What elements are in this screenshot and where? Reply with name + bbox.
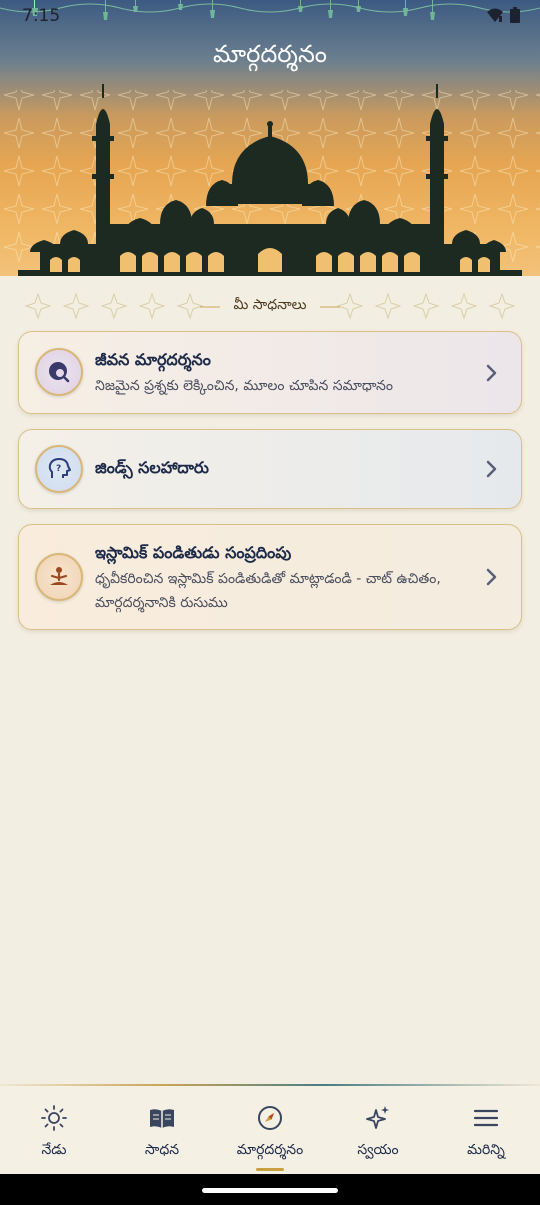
chevron-right-icon xyxy=(486,568,497,586)
nav-label: మరిన్ని xyxy=(467,1142,505,1158)
nav-label: స్వయం xyxy=(357,1142,399,1158)
header-banner: 7:15 మార్గదర్శనం xyxy=(0,0,540,276)
page-title: మార్గదర్శనం xyxy=(213,40,327,68)
sparkles-icon xyxy=(366,1106,389,1129)
mosque-silhouette-illustration xyxy=(18,84,522,276)
status-icons xyxy=(486,7,520,23)
nav-item-practice[interactable]: సాధన xyxy=(108,1088,216,1176)
menu-icon xyxy=(473,1109,499,1127)
home-gesture-handle[interactable] xyxy=(202,1188,338,1193)
chevron-right-icon xyxy=(486,364,497,382)
status-time: 7:15 xyxy=(22,6,61,26)
svg-text:?: ? xyxy=(56,464,61,474)
nav-item-self[interactable]: స్వయం xyxy=(324,1088,432,1176)
book-icon xyxy=(150,1109,174,1128)
nav-item-today[interactable]: నేడు xyxy=(0,1088,108,1176)
card-life-guidance[interactable]: జీవన మార్గదర్శనం నిజమైన ప్రశ్నకు లెక్కిం… xyxy=(18,331,522,414)
section-heading: మీ సాధనాలు xyxy=(0,297,540,316)
compass-icon xyxy=(258,1106,282,1130)
sun-icon xyxy=(41,1105,67,1131)
nav-label: మార్గదర్శనం xyxy=(236,1142,304,1158)
battery-icon xyxy=(510,7,520,23)
nav-label: సాధన xyxy=(144,1142,180,1158)
search-globe-icon xyxy=(35,348,83,396)
card-title: జీవన మార్గదర్శనం xyxy=(95,350,211,369)
system-gesture-bar xyxy=(0,1174,540,1205)
active-indicator xyxy=(256,1168,284,1171)
meditating-person-icon xyxy=(35,553,83,601)
card-title: ఇస్లామిక్ పండితుడు సంప్రదింపు xyxy=(95,543,292,562)
wifi-icon xyxy=(487,8,503,22)
chevron-right-icon xyxy=(486,460,497,478)
nav-item-more[interactable]: మరిన్ని xyxy=(432,1088,540,1176)
card-scholar-consultation[interactable]: ఇస్లామిక్ పండితుడు సంప్రదింపు ధృవీకరించి… xyxy=(18,524,522,630)
bottom-navigation: నేడు సాధన మార్గదర్శనం స్వయం మరిన్ని xyxy=(0,1086,540,1174)
card-subtitle: నిజమైన ప్రశ్నకు లెక్కించిన, మూలం చూపిన స… xyxy=(95,378,393,394)
card-title: జిండ్స్ సలహాదారు xyxy=(95,458,209,477)
nav-item-guidance[interactable]: మార్గదర్శనం xyxy=(216,1088,324,1176)
status-bar: 7:15 xyxy=(0,0,540,30)
card-subtitle: ధృవీకరించిన ఇస్లామిక్ పండితుడితో మాట్లాడ… xyxy=(95,571,441,611)
head-question-icon: ? xyxy=(35,445,83,493)
nav-label: నేడు xyxy=(41,1142,67,1158)
card-jinns-advisor[interactable]: ? జిండ్స్ సలహాదారు xyxy=(18,429,522,509)
